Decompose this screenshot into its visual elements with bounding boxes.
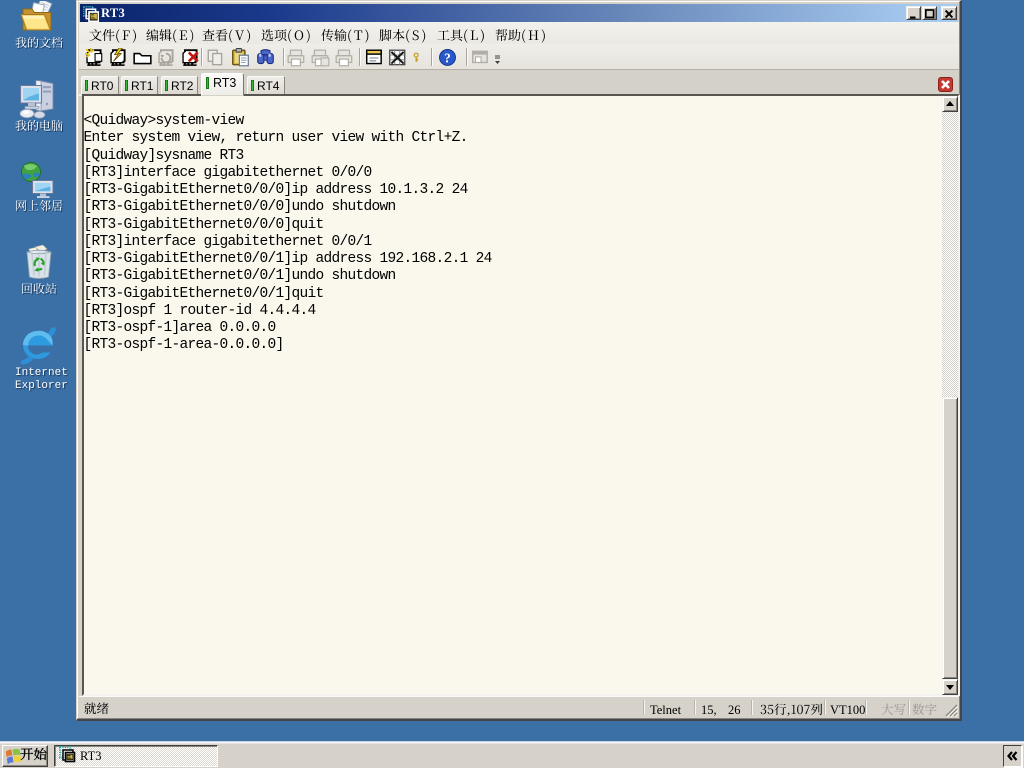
svg-text:?: ?: [444, 50, 451, 65]
